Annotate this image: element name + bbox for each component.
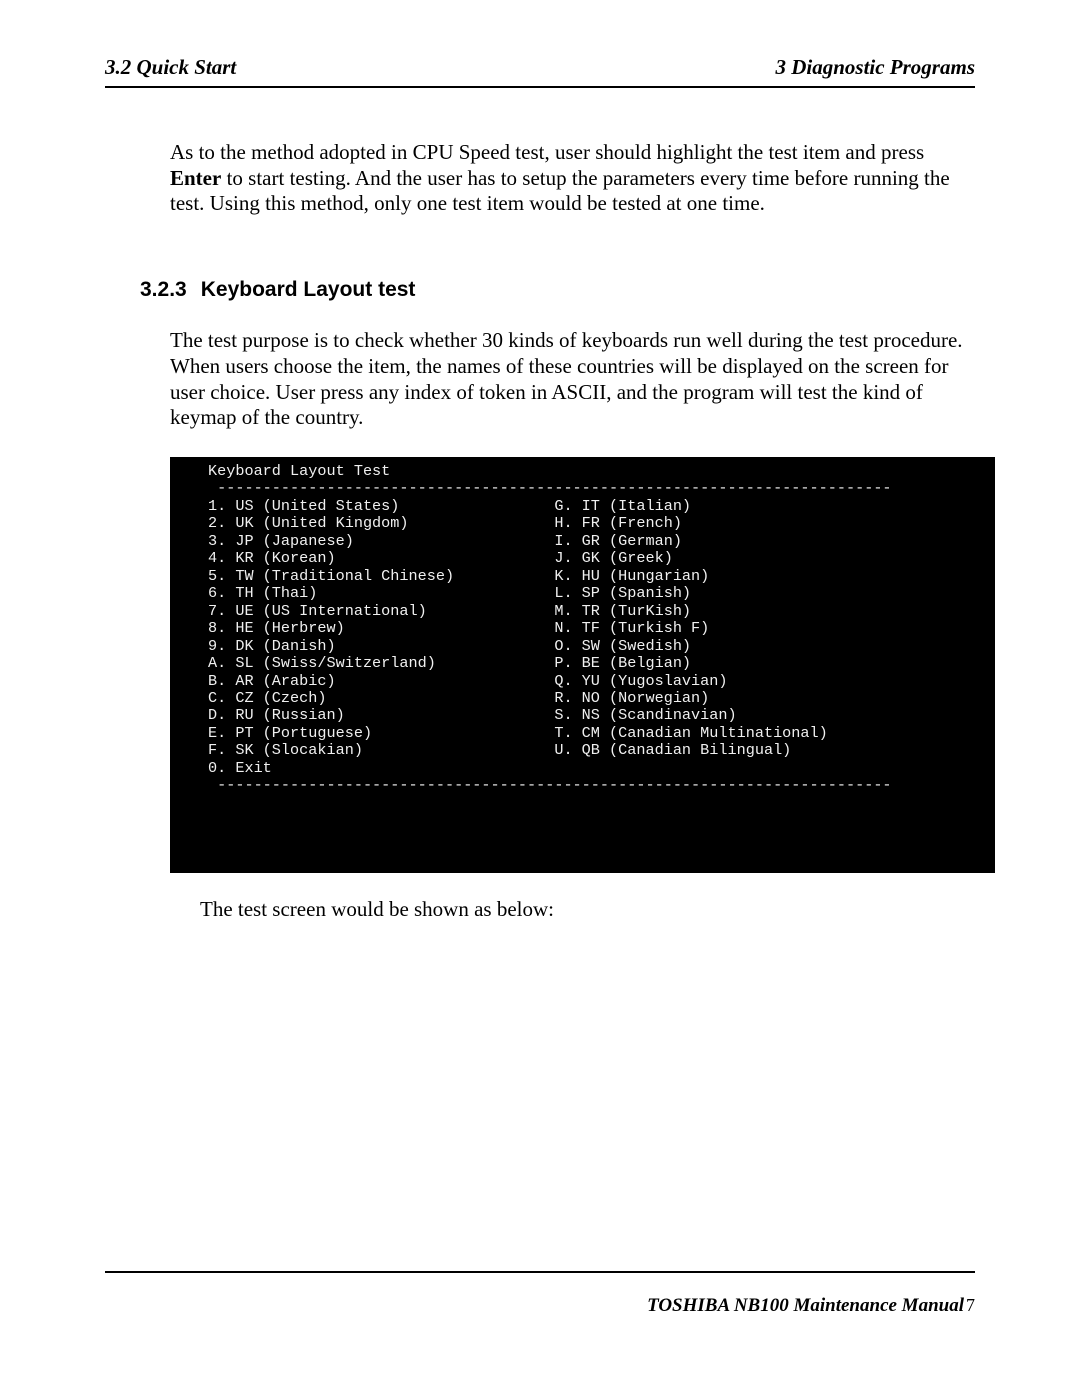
footer-rule [105,1271,975,1273]
header-rule [105,86,975,88]
terminal-screenshot: Keyboard Layout Test -------------------… [170,457,995,873]
page-content: 3.2 Quick Start 3 Diagnostic Programs As… [105,55,975,1337]
header-left: 3.2 Quick Start [105,55,236,80]
section-paragraph: The test purpose is to check whether 30 … [170,328,975,430]
footer: TOSHIBA NB100 Maintenance Manual7 [105,1271,975,1317]
header-right: 3 Diagnostic Programs [775,55,975,80]
intro-bold: Enter [170,166,221,190]
intro-pre: As to the method adopted in CPU Speed te… [170,140,924,164]
after-terminal-paragraph: The test screen would be shown as below: [170,897,975,923]
footer-text: TOSHIBA NB100 Maintenance Manual7 [105,1295,975,1317]
body: As to the method adopted in CPU Speed te… [105,140,975,922]
intro-paragraph: As to the method adopted in CPU Speed te… [170,140,975,217]
section-heading: 3.2.3 Keyboard Layout test [140,277,975,303]
section-number: 3.2.3 [140,278,187,301]
footer-manual-title: TOSHIBA NB100 Maintenance Manual [647,1295,964,1316]
intro-post: to start testing. And the user has to se… [170,166,950,216]
section-title: Keyboard Layout test [201,278,416,301]
footer-page-number: 7 [966,1295,975,1315]
running-header: 3.2 Quick Start 3 Diagnostic Programs [105,55,975,84]
